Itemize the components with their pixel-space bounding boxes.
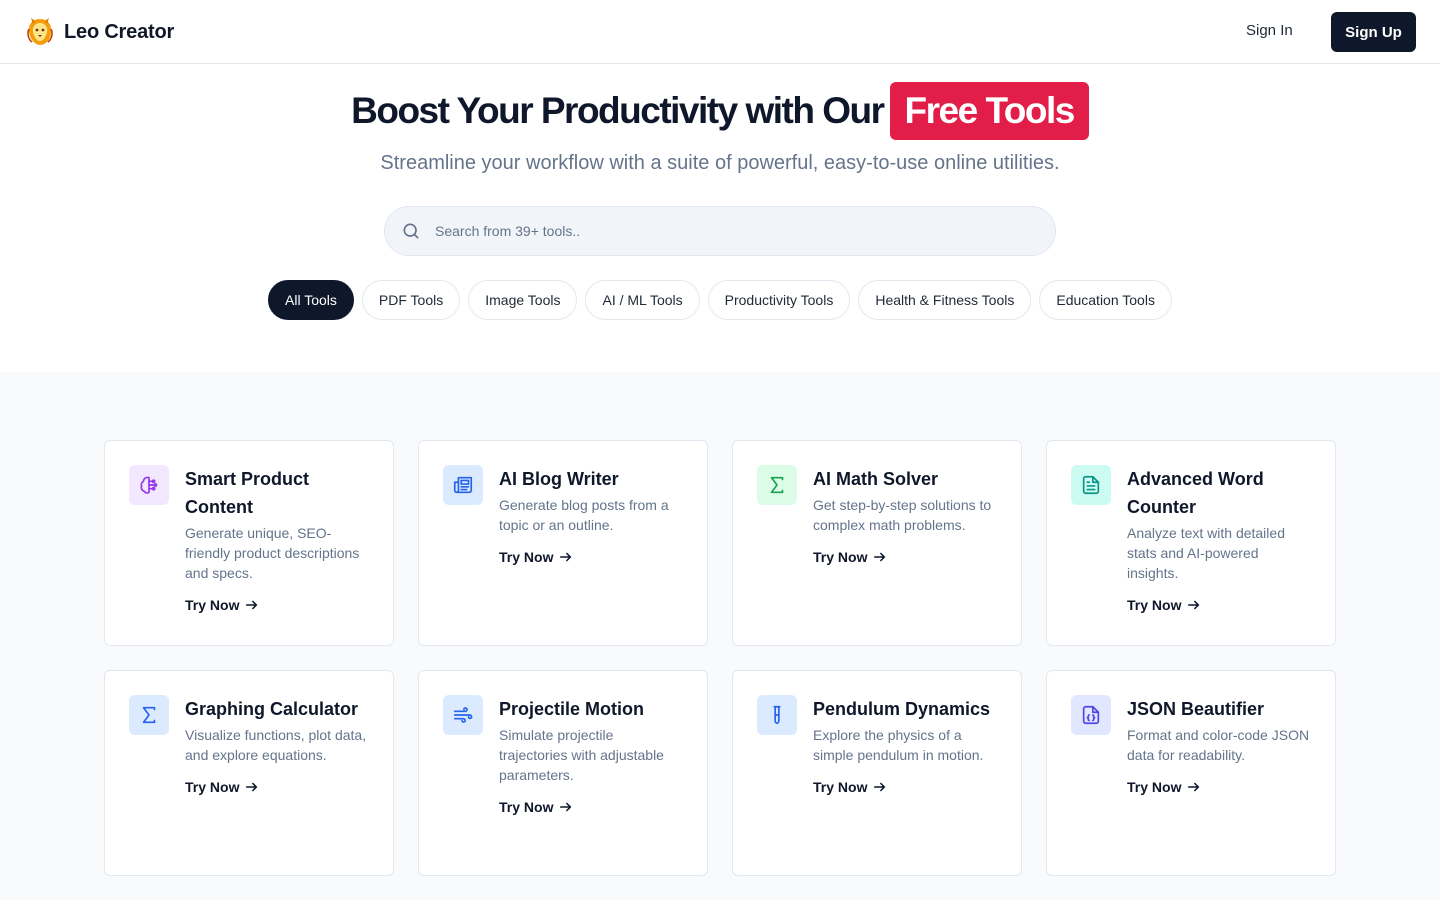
category-filters: All Tools PDF Tools Image Tools AI / ML … — [0, 280, 1440, 320]
tool-icon-box — [1071, 465, 1111, 505]
tool-icon-box — [443, 465, 483, 505]
hero-subtitle: Streamline your workflow with a suite of… — [380, 152, 1060, 174]
filter-pdf-tools[interactable]: PDF Tools — [361, 280, 461, 320]
tool-description: Generate blog posts from a topic or an o… — [499, 497, 669, 533]
arrow-right-icon — [1188, 782, 1200, 792]
tool-title: JSON Beautifier — [1127, 699, 1265, 719]
sigma-icon — [142, 706, 156, 724]
arrow-right-icon — [560, 552, 572, 562]
test-tube-icon — [773, 705, 781, 725]
try-now-label: Try Now — [813, 549, 868, 565]
tool-card-ai-blog-writer[interactable]: AI Blog Writer Generate blog posts from … — [418, 440, 708, 646]
tool-title: Advanced Word Counter — [1127, 469, 1264, 517]
try-now-label: Try Now — [1127, 597, 1182, 613]
tool-title: AI Math Solver — [813, 469, 939, 489]
arrow-right-icon — [560, 802, 572, 812]
sign-up-button[interactable]: Sign Up — [1331, 12, 1416, 52]
tool-card-graphing-calculator[interactable]: Graphing Calculator Visualize functions,… — [104, 670, 394, 876]
tool-card-json-beautifier[interactable]: JSON Beautifier Format and color-code JS… — [1046, 670, 1336, 876]
tool-title: AI Blog Writer — [499, 469, 619, 489]
arrow-right-icon — [874, 782, 886, 792]
try-now-label: Try Now — [813, 779, 868, 795]
try-now-link[interactable]: Try Now — [185, 779, 259, 795]
brand-name: Leo Creator — [64, 20, 175, 43]
tool-icon-box — [1071, 695, 1111, 735]
tool-title: Smart Product Content — [185, 469, 310, 517]
arrow-right-icon — [246, 782, 258, 792]
tool-title: Pendulum Dynamics — [813, 699, 991, 719]
tool-title: Graphing Calculator — [185, 699, 359, 719]
hero-title: Boost Your Productivity with Our Free To… — [0, 80, 1440, 142]
tool-card-pendulum-dynamics[interactable]: Pendulum Dynamics Explore the physics of… — [732, 670, 1022, 876]
arrow-right-icon — [246, 600, 258, 610]
file-text-icon — [1082, 475, 1100, 495]
wind-icon — [453, 707, 473, 723]
hero-title-text: Boost Your Productivity with Our — [351, 90, 885, 131]
tool-icon-box — [757, 465, 797, 505]
try-now-label: Try Now — [499, 799, 554, 815]
hero-title-accent: Free Tools — [889, 82, 1089, 140]
filter-ai-ml-tools[interactable]: AI / ML Tools — [585, 280, 700, 320]
tool-card-advanced-word-counter[interactable]: Advanced Word Counter Analyze text with … — [1046, 440, 1336, 646]
tool-card-projectile-motion[interactable]: Projectile Motion Simulate projectile tr… — [418, 670, 708, 876]
tool-description: Analyze text with detailed stats and AI-… — [1127, 525, 1285, 581]
try-now-link[interactable]: Try Now — [499, 549, 573, 565]
tool-card-smart-product-content[interactable]: Smart Product Content Generate unique, S… — [104, 440, 394, 646]
file-json-icon — [1082, 705, 1100, 725]
sign-in-link[interactable]: Sign In — [1246, 22, 1293, 39]
newspaper-icon — [453, 476, 473, 494]
tool-description: Format and color-code JSON data for read… — [1127, 727, 1310, 763]
try-now-label: Try Now — [1127, 779, 1182, 795]
filter-education-tools[interactable]: Education Tools — [1039, 280, 1172, 320]
tool-description: Simulate projectile trajectories with ad… — [499, 727, 664, 783]
tool-description: Get step-by-step solutions to complex ma… — [813, 497, 992, 533]
try-now-label: Try Now — [499, 549, 554, 565]
tool-search-box[interactable] — [384, 206, 1056, 256]
try-now-link[interactable]: Try Now — [185, 597, 259, 613]
try-now-link[interactable]: Try Now — [1127, 779, 1201, 795]
brain-circuit-icon — [140, 476, 158, 494]
filter-productivity-tools[interactable]: Productivity Tools — [707, 280, 851, 320]
sigma-icon — [770, 476, 784, 494]
filter-health-fitness-tools[interactable]: Health & Fitness Tools — [858, 280, 1032, 320]
try-now-link[interactable]: Try Now — [499, 799, 573, 815]
try-now-link[interactable]: Try Now — [813, 549, 887, 565]
tool-description: Explore the physics of a simple pendulum… — [813, 727, 984, 763]
filter-image-tools[interactable]: Image Tools — [468, 280, 578, 320]
lion-logo-icon — [27, 18, 53, 45]
tool-description: Generate unique, SEO-friendly product de… — [185, 525, 360, 581]
tools-grid: Smart Product Content Generate unique, S… — [104, 440, 1336, 876]
top-navbar: Leo Creator Sign In Sign Up — [0, 0, 1440, 64]
try-now-link[interactable]: Try Now — [813, 779, 887, 795]
tool-icon-box — [757, 695, 797, 735]
tool-icon-box — [129, 465, 169, 505]
try-now-link[interactable]: Try Now — [1127, 597, 1201, 613]
tool-card-ai-math-solver[interactable]: AI Math Solver Get step-by-step solution… — [732, 440, 1022, 646]
tool-title: Projectile Motion — [499, 699, 645, 719]
arrow-right-icon — [1188, 600, 1200, 610]
try-now-label: Try Now — [185, 779, 240, 795]
tool-description: Visualize functions, plot data, and expl… — [185, 727, 367, 763]
try-now-label: Try Now — [185, 597, 240, 613]
tool-icon-box — [443, 695, 483, 735]
arrow-right-icon — [874, 552, 886, 562]
search-icon — [403, 223, 419, 239]
tool-icon-box — [129, 695, 169, 735]
brand-link[interactable]: Leo Creator — [26, 16, 174, 48]
filter-all-tools[interactable]: All Tools — [268, 280, 354, 320]
search-input[interactable] — [435, 223, 995, 239]
